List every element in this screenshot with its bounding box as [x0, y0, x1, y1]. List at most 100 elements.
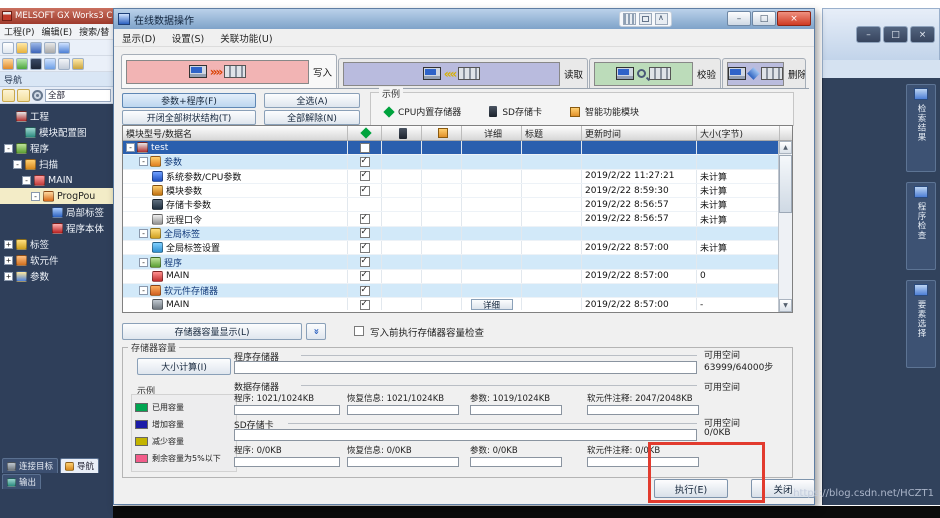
dialog-close-button[interactable]: × — [777, 11, 811, 26]
table-row[interactable]: -软元件存储器 — [123, 284, 792, 298]
close-button[interactable]: × — [910, 26, 935, 43]
tree-item-module-config[interactable]: 模块配置图 — [0, 124, 113, 140]
tree-item-program[interactable]: -程序 — [0, 140, 113, 156]
tool-icon-2[interactable] — [16, 58, 28, 70]
tool-icon-1[interactable] — [2, 58, 14, 70]
tab-write[interactable]: »»写入 — [121, 54, 337, 88]
grid-icon[interactable] — [623, 13, 636, 25]
row-checkbox[interactable] — [360, 171, 370, 181]
expand-toggle-icon[interactable]: - — [139, 258, 148, 267]
header-title[interactable]: 标题 — [522, 126, 582, 140]
precheck-checkbox[interactable] — [354, 326, 364, 336]
minimize-button[interactable]: – — [856, 26, 881, 43]
expand-toggle-icon[interactable]: - — [31, 192, 40, 201]
expand-toggle-icon[interactable]: + — [4, 256, 13, 265]
expand-toggle-icon[interactable]: - — [139, 286, 148, 295]
table-row[interactable]: 全局标签设置2019/2/22 8:57:00未计算 — [123, 241, 792, 255]
dialog-maximize-button[interactable]: □ — [752, 11, 776, 26]
table-row[interactable]: 存储卡参数2019/2/22 8:56:57未计算 — [123, 198, 792, 212]
tool-icon-4[interactable] — [44, 58, 56, 70]
tree-item-local-label[interactable]: 局部标签 — [0, 204, 113, 220]
header-sd-card[interactable] — [382, 126, 422, 140]
expand-toggle-icon[interactable]: + — [4, 272, 13, 281]
toggle-tree-button[interactable]: 开闭全部树状结构(T) — [122, 110, 256, 125]
tab-verify[interactable]: 校验 — [589, 58, 721, 88]
tab-delete[interactable]: 删除 — [722, 58, 806, 88]
tree-item-scan[interactable]: -扫描 — [0, 156, 113, 172]
tree-item-label[interactable]: +标签 — [0, 236, 113, 252]
expand-toggle-icon[interactable]: - — [22, 176, 31, 185]
expand-toggle-icon[interactable]: - — [139, 157, 148, 166]
table-scrollbar[interactable]: ▲ ▼ — [778, 141, 792, 312]
header-name[interactable]: 模块型号/数据名 — [123, 126, 348, 140]
menu-search[interactable]: 搜索/替 — [79, 25, 109, 38]
table-row[interactable]: 系统参数/CPU参数2019/2/22 11:27:21未计算 — [123, 170, 792, 184]
table-row[interactable]: 模块参数2019/2/22 8:59:30未计算 — [123, 184, 792, 198]
menu-settings[interactable]: 设置(S) — [172, 31, 204, 45]
scroll-down-icon[interactable]: ▼ — [779, 299, 792, 312]
expand-icon[interactable] — [639, 13, 652, 25]
size-calc-button[interactable]: 大小计算(I) — [137, 358, 231, 375]
gear-icon[interactable] — [32, 90, 43, 101]
expand-toggle-icon[interactable]: + — [4, 240, 13, 249]
expand-toggle-icon[interactable]: - — [139, 229, 148, 238]
row-checkbox[interactable] — [360, 228, 370, 238]
row-checkbox[interactable] — [360, 157, 370, 167]
table-row[interactable]: -程序 — [123, 255, 792, 269]
expand-toggle-icon[interactable]: - — [126, 143, 135, 152]
deselect-all-button[interactable]: 全部解除(N) — [264, 110, 360, 125]
header-cpu-memory[interactable] — [348, 126, 382, 140]
row-checkbox[interactable] — [360, 271, 370, 281]
table-row[interactable]: -全局标签 — [123, 227, 792, 241]
maximize-button[interactable]: □ — [883, 26, 908, 43]
expand-toggle-icon[interactable]: - — [4, 144, 13, 153]
header-intelligent-module[interactable] — [422, 126, 462, 140]
table-row[interactable]: MAIN详细2019/2/22 8:57:00- — [123, 298, 792, 310]
select-all-button[interactable]: 全选(A) — [264, 93, 360, 108]
row-checkbox[interactable] — [360, 143, 370, 153]
header-detail[interactable]: 详细 — [462, 126, 522, 140]
tree-item-main[interactable]: -MAIN — [0, 172, 113, 188]
print-icon[interactable] — [44, 42, 56, 54]
tool-icon-3[interactable] — [30, 58, 42, 70]
row-checkbox[interactable] — [360, 257, 370, 267]
nav-view-icon-1[interactable] — [2, 89, 15, 102]
table-row[interactable]: MAIN2019/2/22 8:57:000 — [123, 270, 792, 284]
tab-navigation[interactable]: 导航 — [60, 458, 99, 473]
tab-read[interactable]: ««读取 — [338, 58, 588, 88]
nav-view-icon-2[interactable] — [17, 89, 30, 102]
row-checkbox[interactable] — [360, 286, 370, 296]
tree-item-progpou[interactable]: -ProgPou — [0, 188, 113, 204]
tab-connection-destination[interactable]: 连接目标 — [2, 458, 58, 473]
detail-button[interactable]: 详细 — [471, 299, 513, 310]
tree-item-parameter[interactable]: +参数 — [0, 268, 113, 284]
tree-item-project[interactable]: 工程 — [0, 108, 113, 124]
tab-output[interactable]: 输出 — [2, 474, 41, 489]
row-checkbox[interactable] — [360, 214, 370, 224]
dock-tab-3[interactable]: 要素选择 — [906, 280, 936, 368]
open-project-icon[interactable] — [16, 42, 28, 54]
scrollbar-thumb[interactable] — [779, 155, 792, 213]
chevron-up-icon[interactable] — [655, 13, 668, 25]
expand-toggle-icon[interactable]: - — [13, 160, 22, 169]
dock-tab-1[interactable]: 检索结果 — [906, 84, 936, 172]
dock-tab-2[interactable]: 程序检查 — [906, 182, 936, 270]
header-size[interactable]: 大小(字节) — [697, 126, 780, 140]
row-checkbox[interactable] — [360, 186, 370, 196]
table-row[interactable]: -参数 — [123, 155, 792, 169]
nav-filter-dropdown[interactable]: 全部 — [45, 89, 111, 102]
row-checkbox[interactable] — [360, 243, 370, 253]
tool-icon-6[interactable] — [72, 58, 84, 70]
new-project-icon[interactable] — [2, 42, 14, 54]
row-checkbox[interactable] — [360, 300, 370, 310]
menu-edit[interactable]: 编辑(E) — [41, 25, 72, 38]
help-icon[interactable] — [58, 42, 70, 54]
table-row[interactable]: -test — [123, 141, 792, 155]
dialog-minimize-button[interactable]: – — [727, 11, 751, 26]
header-updated[interactable]: 更新时间 — [582, 126, 697, 140]
param-program-button[interactable]: 参数+程序(F) — [122, 93, 256, 108]
dialog-titlebar[interactable]: 在线数据操作 – □ × — [114, 9, 814, 29]
menu-related-functions[interactable]: 关联功能(U) — [220, 31, 272, 45]
table-row[interactable]: 远程口令2019/2/22 8:56:57未计算 — [123, 212, 792, 226]
scroll-up-icon[interactable]: ▲ — [779, 141, 792, 154]
